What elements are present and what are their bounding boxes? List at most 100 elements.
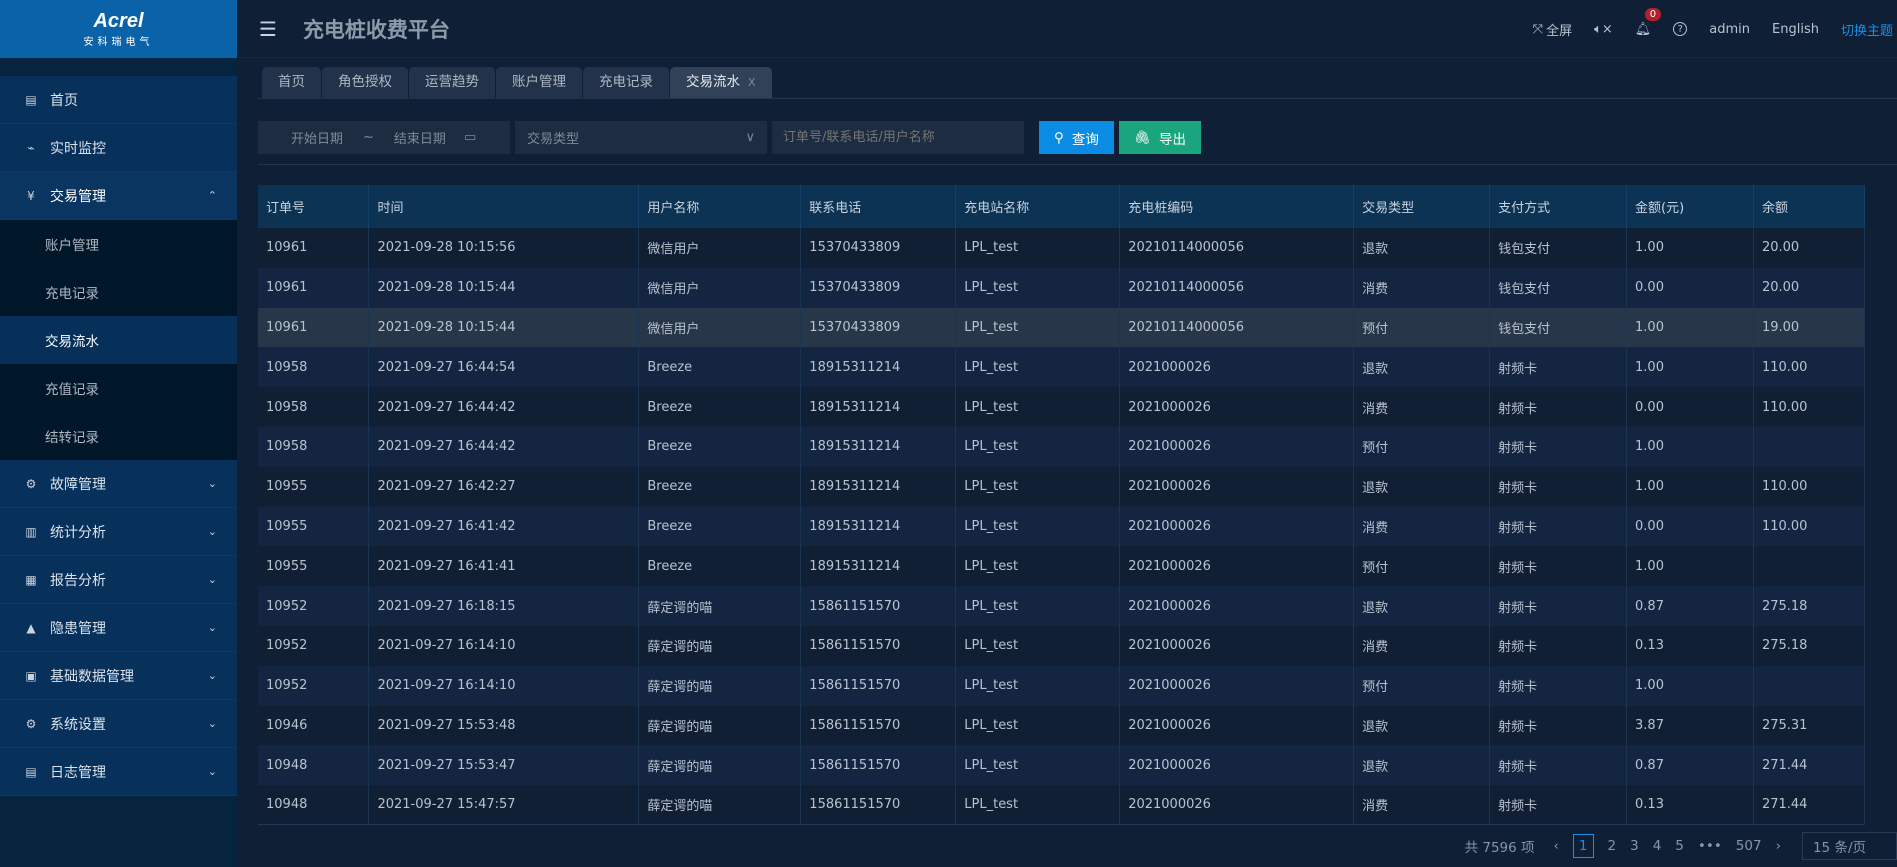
page-button[interactable]: 507 [1736,838,1762,854]
table-cell: Breeze [638,347,802,388]
logo[interactable]: Acrel 安科瑞电气 [0,0,237,58]
sidebar-subitem[interactable]: 充值记录 [0,364,237,412]
gears-icon: ⚙ [25,716,37,731]
table-row[interactable]: 10955 2021-09-27 16:41:41 Breeze 1891531121… [258,546,1866,587]
theme-switch[interactable]: 切换主题 [1841,20,1893,39]
sidebar-item[interactable]: ▤ 日志管理 ⌄ [0,748,237,796]
more-pages[interactable]: ••• [1698,838,1722,854]
calendar-icon: ▭ [463,130,477,145]
table-cell: 0.00 [1626,267,1754,308]
column-header[interactable]: 余额 [1753,185,1866,228]
sidebar-subitem[interactable]: 账户管理 [0,220,237,268]
column-header[interactable]: 支付方式 [1489,185,1628,228]
table-row[interactable]: 10955 2021-09-27 16:42:27 Breeze 1891531121… [258,466,1866,507]
sidebar-subitem[interactable]: 交易流水 [0,316,237,364]
sidebar-item-label: 日志管理 [50,764,106,781]
table-row[interactable]: 10948 2021-09-27 15:47:57 薛定谔的喵 15861151570… [258,785,1866,825]
fault-icon: ⚙ [25,476,37,491]
table-cell: 15861151570 [800,745,957,786]
table-row[interactable]: 10961 2021-09-28 10:15:56 微信用户 15370433809 L… [258,228,1866,268]
column-header[interactable]: 交易类型 [1353,185,1491,228]
table-cell: Breeze [638,426,802,467]
column-header[interactable]: 用户名称 [638,185,802,228]
tab[interactable]: 首页 [262,67,321,98]
fullscreen-button[interactable]: ⤧ 全屏 [1533,20,1572,39]
table-cell: 消费 [1353,387,1491,427]
pulse-icon: ⌁ [27,140,35,155]
table-cell: 薛定谔的喵 [638,705,802,746]
table-cell: 15370433809 [800,228,957,268]
table-cell: 10961 [258,228,370,268]
sidebar-item[interactable]: ▤ 首页 [0,76,237,124]
sidebar-item[interactable]: ▲ 隐患管理 ⌄ [0,604,237,652]
page-button[interactable]: 2 [1608,838,1617,854]
page-size-select[interactable]: 15 条/页 [1801,832,1897,860]
user-menu[interactable]: admin [1709,22,1750,37]
tab[interactable]: 角色授权 [322,67,408,98]
table-cell: 10952 [258,625,370,666]
sidebar-item[interactable]: ▣ 基础数据管理 ⌄ [0,652,237,700]
column-header[interactable]: 充电站名称 [955,185,1121,228]
end-date-input[interactable]: 结束日期 [394,128,446,147]
table-row[interactable]: 10952 2021-09-27 16:18:15 薛定谔的喵 15861151570… [258,586,1866,626]
table-cell: 0.87 [1626,745,1754,786]
tab[interactable]: 账户管理 [496,67,582,98]
tab-label: 交易流水 [686,74,740,90]
tab[interactable]: 交易流水 X [670,67,772,98]
table-row[interactable]: 10946 2021-09-27 15:53:48 薛定谔的喵 15861151570… [258,705,1866,746]
bar-chart-icon: ▥ [25,524,37,539]
table-cell: 射频卡 [1489,586,1628,626]
column-header[interactable]: 充电桩编码 [1119,185,1355,228]
table-row[interactable]: 10952 2021-09-27 16:14:10 薛定谔的喵 15861151570… [258,625,1866,666]
menu-toggle-icon[interactable]: ☰ [259,17,277,41]
sidebar-item[interactable]: ⚙ 故障管理 ⌄ [0,460,237,508]
table-row[interactable]: 10948 2021-09-27 15:53:47 薛定谔的喵 15861151570… [258,745,1866,786]
table-cell: 钱包支付 [1489,307,1628,348]
table-row[interactable]: 10958 2021-09-27 16:44:42 Breeze 1891531121… [258,387,1866,427]
table-row[interactable]: 10958 2021-09-27 16:44:42 Breeze 1891531121… [258,426,1866,467]
export-button[interactable]: 🖇︎ 导出 [1118,121,1202,154]
sidebar-item[interactable]: ⚙ 系统设置 ⌄ [0,700,237,748]
column-header[interactable]: 金额(元) [1626,185,1754,228]
sidebar-item[interactable]: ▥ 统计分析 ⌄ [0,508,237,556]
notification-button[interactable]: 🔔︎ 0 [1635,7,1662,37]
next-page-icon[interactable]: › [1776,838,1781,854]
prev-page-icon[interactable]: ‹ [1554,838,1559,854]
date-range-picker[interactable]: 开始日期 ~ 结束日期 ▭ [258,121,510,154]
help-icon[interactable]: ? [1673,22,1688,36]
divider [258,164,1897,165]
page-button[interactable]: 1 [1572,834,1594,858]
table-row[interactable]: 10961 2021-09-28 10:15:44 微信用户 15370433809 L… [258,307,1866,348]
mute-icon[interactable]: 🔈︎× [1594,22,1613,37]
page-button[interactable]: 5 [1675,838,1684,854]
tab[interactable]: 充电记录 [583,67,669,98]
column-header[interactable]: 订单号 [258,185,370,228]
table-cell: LPL_test [955,705,1121,746]
sidebar-subitem[interactable]: 结转记录 [0,412,237,460]
tab[interactable]: 运营趋势 [409,67,495,98]
sidebar-subitem[interactable]: 充电记录 [0,268,237,316]
page-button[interactable]: 3 [1630,838,1639,854]
divider [258,98,1897,99]
sidebar-item[interactable]: ▦ 报告分析 ⌄ [0,556,237,604]
sidebar-item[interactable]: ⌁ 实时监控 [0,124,237,172]
column-header[interactable]: 联系电话 [800,185,957,228]
table-cell: 1.00 [1626,228,1754,268]
keyword-search-input[interactable] [772,121,1024,154]
table-cell: 19.00 [1753,307,1866,348]
table-row[interactable]: 10952 2021-09-27 16:14:10 薛定谔的喵 15861151570… [258,665,1866,706]
table-row[interactable]: 10961 2021-09-28 10:15:44 微信用户 15370433809 L… [258,267,1866,308]
language-switch[interactable]: English [1772,22,1819,37]
query-button[interactable]: ⚲ 查询 [1039,121,1114,154]
table-cell: 10958 [258,347,370,388]
logo-brand: Acrel [93,9,144,32]
sidebar-item[interactable]: ¥ 交易管理 ⌃ [0,172,237,220]
page-button[interactable]: 4 [1653,838,1662,854]
table-row[interactable]: 10955 2021-09-27 16:41:42 Breeze 1891531121… [258,506,1866,547]
column-header[interactable]: 时间 [368,185,640,228]
start-date-input[interactable]: 开始日期 [291,128,343,147]
transaction-type-select[interactable]: 交易类型 ∨ [515,121,767,154]
close-icon[interactable]: X [748,76,756,89]
table-row[interactable]: 10958 2021-09-27 16:44:54 Breeze 1891531121… [258,347,1866,388]
table-cell: 15861151570 [800,625,957,666]
